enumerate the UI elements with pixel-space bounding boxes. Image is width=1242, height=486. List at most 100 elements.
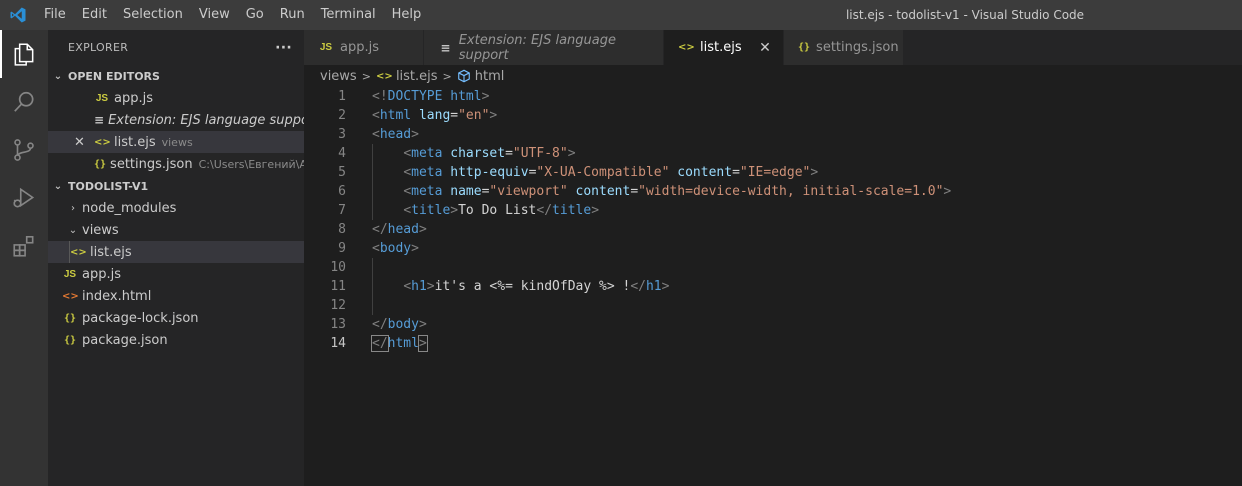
open-editor-list-ejs[interactable]: ✕ <> list.ejs views [48, 131, 304, 153]
folder-node-modules[interactable]: › node_modules [48, 197, 304, 219]
folder-label: node_modules [82, 200, 177, 216]
code-line[interactable]: 2 <html lang="en"> [304, 106, 1242, 125]
tab-list-ejs[interactable]: <> list.ejs ✕ [664, 30, 784, 65]
indent-guide [372, 296, 373, 315]
code-line[interactable]: 11 <h1>it's a <%= kindOfDay %> !</h1> [304, 277, 1242, 296]
file-app-js[interactable]: JS app.js [48, 263, 304, 285]
js-file-icon: JS [319, 42, 333, 53]
chevron-right-icon: › [71, 202, 75, 214]
code-text: <head> [372, 127, 419, 142]
breadcrumb-folder[interactable]: views [320, 69, 357, 84]
tab-app-js[interactable]: JS app.js [304, 30, 424, 65]
tab-label: list.ejs [700, 40, 742, 55]
chevron-right-icon: > [442, 69, 452, 83]
symbol-element-icon [457, 69, 471, 83]
code-text: </head> [372, 222, 427, 237]
code-line[interactable]: 13 </body> [304, 315, 1242, 334]
code-line[interactable]: 9 <body> [304, 239, 1242, 258]
menu-selection[interactable]: Selection [115, 0, 191, 30]
tab-ejs-extension[interactable]: ≡ Extension: EJS language support [424, 30, 664, 65]
search-icon[interactable] [0, 78, 48, 126]
source-control-icon[interactable] [0, 126, 48, 174]
ejs-file-icon: <> [375, 70, 393, 82]
close-tab-icon[interactable]: ✕ [757, 40, 773, 56]
file-label: package-lock.json [82, 310, 199, 326]
file-package-json[interactable]: {} package.json [48, 329, 304, 351]
json-file-icon: {} [798, 42, 811, 53]
code-line[interactable]: 3 <head> [304, 125, 1242, 144]
code-line[interactable]: 4 <meta charset="UTF-8"> [304, 144, 1242, 163]
code-text: <meta charset="UTF-8"> [403, 146, 576, 161]
code-line[interactable]: 5 <meta http-equiv="X-UA-Compatible" con… [304, 163, 1242, 182]
explorer-header: EXPLORER ··· [48, 30, 304, 65]
line-number: 5 [338, 165, 346, 180]
code-line[interactable]: 1 <!DOCTYPE html> [304, 87, 1242, 106]
indent-guide [372, 258, 373, 277]
code-text: <meta http-equiv="X-UA-Compatible" conte… [403, 165, 819, 180]
extensions-icon[interactable] [0, 222, 48, 270]
open-editor-label: list.ejs [114, 134, 156, 150]
code-text: <html lang="en"> [372, 108, 498, 123]
line-number: 2 [338, 108, 346, 123]
chevron-right-icon: > [361, 69, 371, 83]
open-editor-label: app.js [114, 90, 153, 106]
file-package-lock-json[interactable]: {} package-lock.json [48, 307, 304, 329]
code-line[interactable]: 14 </html> [304, 334, 1242, 353]
code-line[interactable]: 10 [304, 258, 1242, 277]
editor-tab-bar: JS app.js ≡ Extension: EJS language supp… [304, 30, 1242, 65]
breadcrumb-symbol[interactable]: html [475, 69, 505, 84]
explorer-title: EXPLORER [68, 41, 129, 54]
open-editor-ejs-extension[interactable]: ≡ Extension: EJS language support [48, 109, 304, 131]
menu-file[interactable]: File [36, 0, 74, 30]
breadcrumb-file[interactable]: list.ejs [396, 69, 438, 84]
title-bar: File Edit Selection View Go Run Terminal… [0, 0, 1242, 30]
file-label: index.html [82, 288, 152, 304]
extension-page-icon: ≡ [440, 40, 451, 55]
open-editor-folder: views [161, 135, 193, 149]
folder-views[interactable]: ⌄ views [48, 219, 304, 241]
menu-go[interactable]: Go [238, 0, 272, 30]
file-list-ejs[interactable]: <> list.ejs [48, 241, 304, 263]
ejs-file-icon: <> [678, 42, 695, 53]
breadcrumb: views > <> list.ejs > html [320, 65, 504, 87]
menu-help[interactable]: Help [384, 0, 430, 30]
vscode-logo-icon [0, 0, 36, 30]
menu-terminal[interactable]: Terminal [313, 0, 384, 30]
code-line[interactable]: 7 <title>To Do List</title> [304, 201, 1242, 220]
tab-settings-json[interactable]: {} settings.json [784, 30, 904, 65]
code-line[interactable]: 8 </head> [304, 220, 1242, 239]
project-header[interactable]: ⌄ TODOLIST-V1 [48, 175, 304, 197]
code-text: <title>To Do List</title> [403, 203, 600, 218]
explorer-sidebar: EXPLORER ··· ⌄ OPEN EDITORS JS app.js ≡ … [48, 30, 304, 486]
line-number: 1 [338, 89, 346, 104]
menu-view[interactable]: View [191, 0, 238, 30]
code-text: <h1>it's a <%= kindOfDay %> !</h1> [403, 279, 670, 294]
run-debug-icon[interactable] [0, 174, 48, 222]
open-editors-header[interactable]: ⌄ OPEN EDITORS [48, 65, 304, 87]
line-number: 14 [330, 336, 346, 351]
explorer-icon[interactable] [0, 30, 48, 78]
file-label: app.js [82, 266, 121, 282]
file-label: package.json [82, 332, 168, 348]
tree-indent-guide [69, 241, 70, 263]
line-number: 9 [338, 241, 346, 256]
file-index-html[interactable]: <> index.html [48, 285, 304, 307]
code-editor[interactable]: 1 <!DOCTYPE html> 2 <html lang="en"> 3 <head>… [304, 86, 1242, 486]
tab-label: Extension: EJS language support [458, 32, 616, 63]
code-text: <body> [372, 241, 419, 256]
line-number: 6 [338, 184, 346, 199]
js-file-icon: JS [63, 268, 77, 280]
menu-run[interactable]: Run [272, 0, 313, 30]
line-number: 13 [330, 317, 346, 332]
line-number: 10 [330, 260, 346, 275]
code-line[interactable]: 6 <meta name="viewport" content="width=d… [304, 182, 1242, 201]
open-editor-app-js[interactable]: JS app.js [48, 87, 304, 109]
open-editor-settings-json[interactable]: {} settings.json C:\Users\Евгений\A... [48, 153, 304, 175]
code-line[interactable]: 12 [304, 296, 1242, 315]
menu-edit[interactable]: Edit [74, 0, 115, 30]
tab-label: settings.json [816, 40, 899, 55]
chevron-down-icon: ⌄ [53, 180, 63, 192]
project-label: TODOLIST-V1 [68, 179, 149, 193]
more-actions-button[interactable]: ··· [275, 40, 292, 56]
close-icon[interactable]: ✕ [74, 135, 94, 150]
